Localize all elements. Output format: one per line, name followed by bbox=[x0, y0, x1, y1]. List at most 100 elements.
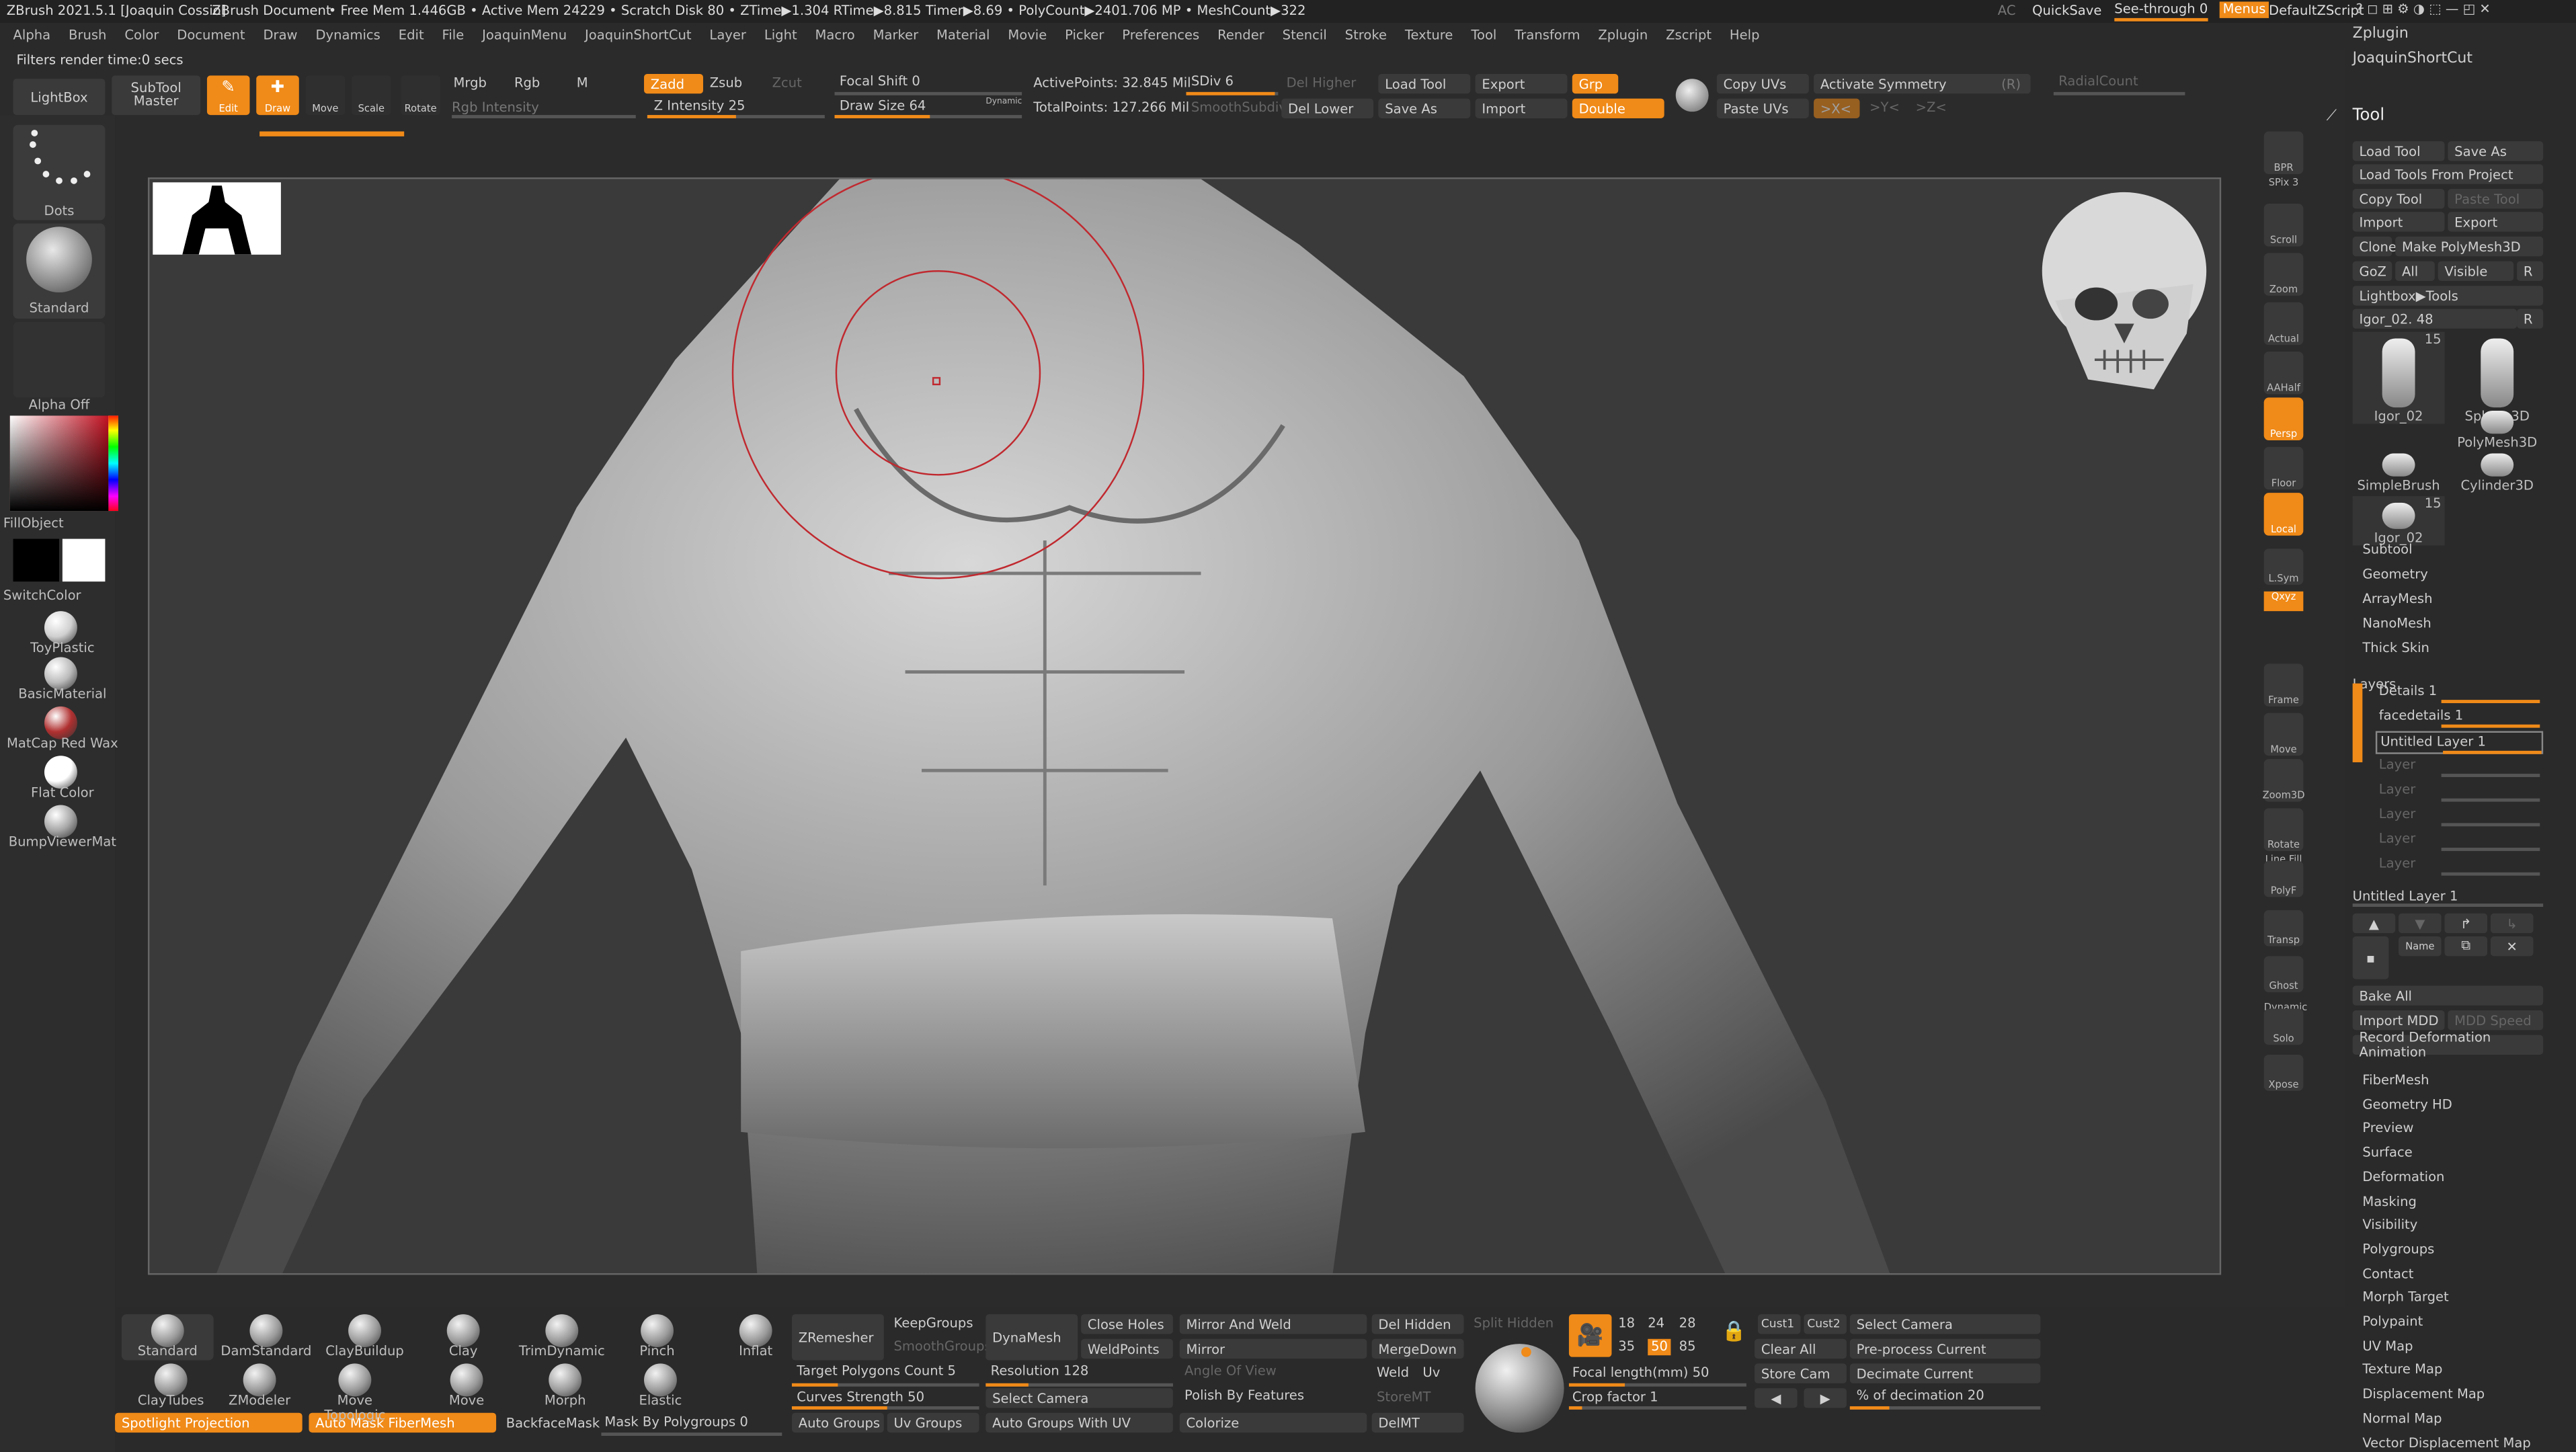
y-axis-toggle[interactable]: >Y< bbox=[1869, 100, 1900, 116]
tool-local-button[interactable]: Local bbox=[2263, 493, 2304, 536]
tool-bpr-button[interactable]: BPR bbox=[2263, 131, 2304, 175]
backface-mask-button[interactable]: BackfaceMask bbox=[506, 1416, 600, 1433]
fill-object-label[interactable]: FillObject bbox=[3, 516, 85, 530]
zremesher-button[interactable]: ZRemesher bbox=[791, 1314, 884, 1361]
brush-move[interactable]: Move bbox=[417, 1363, 516, 1409]
focal-preset-28[interactable]: 28 bbox=[1679, 1316, 1696, 1332]
rp-clone[interactable]: Clone bbox=[2352, 236, 2397, 257]
dynamesh-button[interactable]: DynaMesh bbox=[985, 1314, 1078, 1361]
grp-button[interactable]: Grp bbox=[1572, 73, 1619, 94]
tool-thumb[interactable]: Cylinder3D bbox=[2451, 447, 2543, 493]
layer-row[interactable]: Layer bbox=[2376, 854, 2540, 876]
menu-item-picker[interactable]: Picker bbox=[1065, 28, 1104, 43]
rp-tool-r[interactable]: R bbox=[2517, 309, 2544, 329]
menu-item-alpha[interactable]: Alpha bbox=[13, 28, 51, 43]
auto-groups-uv-button[interactable]: Auto Groups With UV bbox=[985, 1412, 1173, 1433]
menu-item-tool[interactable]: Tool bbox=[1471, 28, 1496, 43]
rgb-button[interactable]: Rgb bbox=[514, 75, 540, 91]
store-cam-button[interactable]: Store Cam bbox=[1755, 1363, 1847, 1383]
m-button[interactable]: M bbox=[577, 75, 588, 91]
material-label[interactable]: BumpViewerMat bbox=[0, 835, 125, 850]
brush-pinch[interactable]: Pinch bbox=[611, 1314, 703, 1360]
tool-aahalf-button[interactable]: AAHalf bbox=[2263, 351, 2304, 395]
rotate-button[interactable]: Rotate bbox=[401, 75, 440, 116]
rp-save-as[interactable]: Save As bbox=[2448, 141, 2544, 161]
del-lower-button[interactable]: Del Lower bbox=[1281, 98, 1374, 118]
material-label[interactable]: BasicMaterial bbox=[0, 687, 125, 702]
tool-solo-button[interactable]: Solo bbox=[2263, 1008, 2304, 1045]
tool-thumb[interactable]: Igor_02 15 bbox=[2352, 496, 2445, 546]
del-higher-button[interactable]: Del Higher bbox=[1287, 75, 1357, 91]
menu-item-help[interactable]: Help bbox=[1730, 28, 1760, 43]
export-button[interactable]: Export bbox=[1475, 73, 1568, 94]
goz-sphere-icon[interactable] bbox=[1675, 79, 1709, 112]
section-polygroups[interactable]: Polygroups bbox=[2362, 1242, 2434, 1256]
scale-button[interactable]: Scale bbox=[351, 75, 391, 116]
decimate-current-button[interactable]: Decimate Current bbox=[1849, 1363, 2041, 1383]
secondary-color-swatch[interactable] bbox=[62, 538, 106, 582]
section-subtool[interactable]: Subtool bbox=[2362, 542, 2412, 557]
del-mt-button[interactable]: DelMT bbox=[1371, 1412, 1464, 1433]
layer-redo-icon[interactable]: ↱ bbox=[2444, 913, 2488, 934]
tool-persp-button[interactable]: Persp bbox=[2263, 397, 2304, 440]
rp-lightbox-tools[interactable]: Lightbox▶Tools bbox=[2352, 286, 2544, 306]
section-texture-map[interactable]: Texture Map bbox=[2362, 1363, 2442, 1377]
section-arraymesh[interactable]: ArrayMesh bbox=[2362, 592, 2432, 606]
brush-elastic[interactable]: Elastic bbox=[611, 1363, 710, 1409]
sdiv-slider[interactable]: SDiv 6 bbox=[1191, 74, 1234, 90]
bake-all-button[interactable]: Bake All bbox=[2352, 985, 2544, 1006]
section-contact[interactable]: Contact bbox=[2362, 1266, 2413, 1281]
focal-preset-18[interactable]: 18 bbox=[1618, 1316, 1635, 1332]
rp-all[interactable]: All bbox=[2395, 261, 2435, 281]
radial-count-slider[interactable]: RadialCount bbox=[2058, 74, 2138, 90]
uv-groups-button[interactable]: Uv Groups bbox=[887, 1412, 979, 1433]
layer-split-icon[interactable]: ↳ bbox=[2490, 913, 2534, 934]
paste-uvs-button[interactable]: Paste UVs bbox=[1716, 98, 1809, 118]
menu-item-marker[interactable]: Marker bbox=[873, 28, 919, 43]
uv-button[interactable]: Uv bbox=[1422, 1365, 1440, 1381]
focal-shift-slider[interactable]: Focal Shift 0 bbox=[840, 74, 920, 90]
material-sphere-icon[interactable] bbox=[44, 805, 77, 838]
menu-item-joaquinshortcut[interactable]: JoaquinShortCut bbox=[585, 28, 692, 43]
menu-item-transform[interactable]: Transform bbox=[1515, 28, 1580, 43]
prev-camera-icon[interactable]: ◀ bbox=[1755, 1388, 1798, 1408]
tool-spix-3[interactable]: SPix 3 bbox=[2264, 177, 2304, 197]
menu-item-color[interactable]: Color bbox=[124, 28, 159, 43]
stroke-dots-tile[interactable]: Dots bbox=[13, 124, 106, 220]
dynamic-toggle[interactable]: Dynamic bbox=[985, 97, 1022, 107]
focal-preset-35[interactable]: 35 bbox=[1618, 1339, 1635, 1355]
tool-scroll-button[interactable]: Scroll bbox=[2263, 204, 2304, 247]
tool-zoom3d-button[interactable]: Zoom3D bbox=[2263, 759, 2304, 802]
keep-groups-toggle[interactable]: KeepGroups bbox=[893, 1316, 973, 1332]
mirror-button[interactable]: Mirror bbox=[1179, 1338, 1367, 1359]
smooth-groups-slider[interactable]: SmoothGroups bbox=[893, 1339, 991, 1355]
primary-color-swatch[interactable] bbox=[13, 538, 59, 582]
color-picker[interactable] bbox=[9, 415, 118, 512]
mrgb-button[interactable]: Mrgb bbox=[454, 75, 487, 91]
layer-name-button[interactable]: Name bbox=[2399, 936, 2442, 957]
menu-item-brush[interactable]: Brush bbox=[69, 28, 106, 43]
layers-scrollbar[interactable] bbox=[2352, 683, 2363, 762]
mdd-speed-slider[interactable]: MDD Speed bbox=[2448, 1010, 2544, 1031]
copy-uvs-button[interactable]: Copy UVs bbox=[1716, 73, 1809, 94]
menus-button[interactable]: Menus bbox=[2219, 1, 2269, 18]
focal-length-slider[interactable]: Focal length(mm) 50 bbox=[1572, 1365, 1709, 1381]
section-geometry[interactable]: Geometry bbox=[2362, 567, 2427, 581]
rp-import[interactable]: Import bbox=[2352, 212, 2445, 232]
layer-row[interactable]: Layer bbox=[2376, 805, 2540, 827]
rp-r[interactable]: R bbox=[2517, 261, 2544, 281]
pct-decimation-slider[interactable]: % of decimation 20 bbox=[1857, 1388, 1984, 1404]
curves-strength-slider[interactable]: Curves Strength 50 bbox=[797, 1390, 924, 1406]
movie-camera-icon[interactable]: 🎥 bbox=[1568, 1314, 1612, 1357]
section-nanomesh[interactable]: NanoMesh bbox=[2362, 616, 2431, 631]
tool-frame-button[interactable]: Frame bbox=[2263, 663, 2304, 707]
menu-item-edit[interactable]: Edit bbox=[399, 28, 424, 43]
layer-delete-icon[interactable]: ✕ bbox=[2490, 936, 2534, 957]
zsub-button[interactable]: Zsub bbox=[710, 75, 742, 91]
material-sphere-icon[interactable] bbox=[44, 611, 77, 645]
layer-row[interactable]: facedetails 1 bbox=[2376, 707, 2540, 728]
section-normal-map[interactable]: Normal Map bbox=[2362, 1411, 2442, 1426]
tool-thumb[interactable]: PolyMesh3D bbox=[2451, 404, 2543, 450]
material-label[interactable]: ToyPlastic bbox=[0, 641, 125, 655]
menu-item-material[interactable]: Material bbox=[936, 28, 990, 43]
